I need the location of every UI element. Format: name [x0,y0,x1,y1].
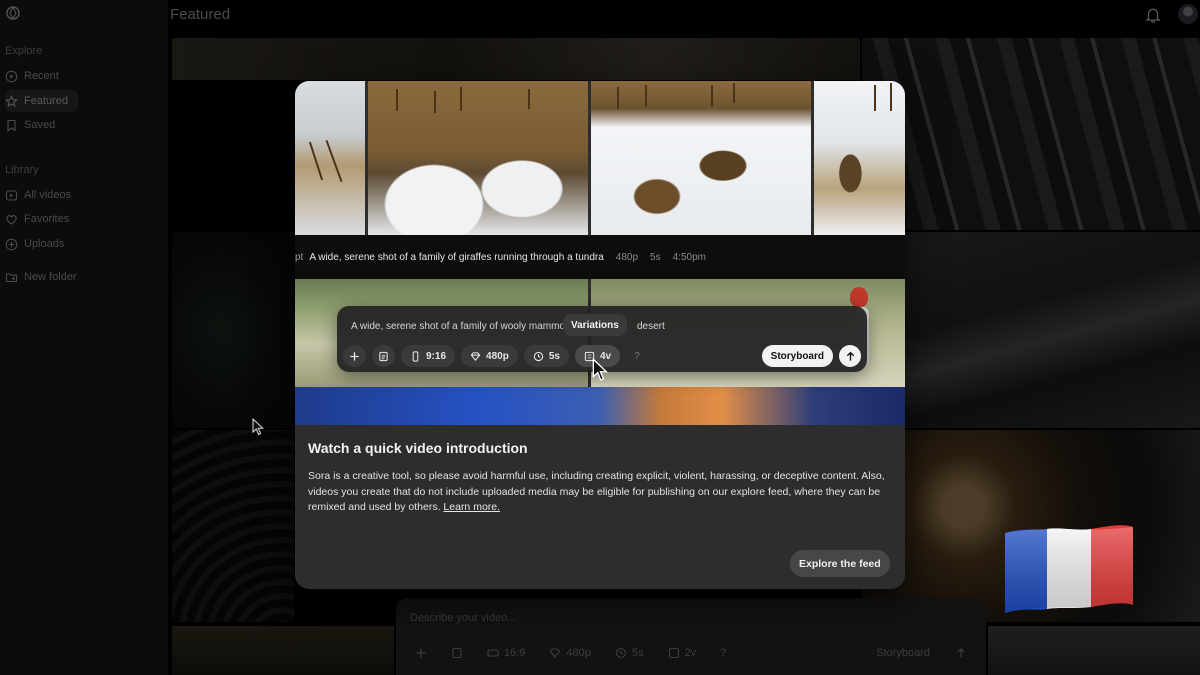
modal-body: Sora is a creative tool, so please avoid… [308,469,898,516]
background-composer: Describe your video... 16:9 480p 5s 2v ?… [396,598,986,675]
feed-tile[interactable] [862,232,1200,428]
mouse-cursor-icon [592,358,608,381]
sidebar-item-label: Recent [24,70,59,82]
plus-circle-icon [5,238,18,250]
explore-section-label: Explore [5,45,43,57]
prompt-text-start: A wide, serene shot of a family of wooly… [351,321,565,332]
feed-tile[interactable] [172,232,294,428]
bookmark-icon [7,119,16,132]
describe-video-input[interactable]: Describe your video... [410,612,516,624]
resolution-label: 480p [486,350,509,362]
giraffe-video-strip[interactable] [295,81,905,235]
duration-label: 5s [548,350,560,362]
avatar[interactable] [1178,4,1198,24]
sidebar-item-label: New folder [24,271,77,283]
page-title: Featured [170,6,231,23]
sidebar-item-favorites[interactable]: Favorites [5,208,76,230]
folder-plus-icon [5,272,18,282]
caption-duration: 5s [650,251,661,263]
bg-resolution-label: 480p [566,647,591,659]
bg-duration-label: 5s [631,647,644,659]
feed-tile[interactable] [172,626,394,675]
clock-play-icon [5,70,18,82]
bg-storyboard-button[interactable]: Storyboard [866,647,940,659]
bg-aspect-button[interactable]: 16:9 [478,642,534,664]
caption-prompt: A wide, serene shot of a family of giraf… [309,251,604,263]
video-caption-row: pt A wide, serene shot of a family of gi… [295,235,905,279]
bg-resolution-button[interactable]: 480p [540,642,599,664]
resolution-button[interactable]: 480p [461,345,518,367]
clock-icon [615,647,626,659]
caption-resolution: 480p [615,251,639,263]
modal-body-text: Sora is a creative tool, so please avoid… [308,470,885,513]
video-thumbnail[interactable] [295,81,365,235]
arrow-up-icon [846,351,854,361]
bg-help-button[interactable]: ? [711,642,735,664]
variations-icon [668,647,679,659]
bg-duration-button[interactable]: 5s [606,642,653,664]
sidebar-item-saved[interactable]: Saved [5,114,62,136]
bell-icon[interactable] [1144,6,1162,24]
gradient-preview-strip [295,387,905,425]
arrow-up-icon [957,648,965,657]
document-icon [452,647,462,659]
feed-tile[interactable] [172,38,860,80]
bg-storyboard-icon-button[interactable] [442,642,472,664]
french-flag-icon [1005,525,1133,613]
storyboard-icon-button[interactable] [372,345,395,367]
modal-title: Watch a quick video introduction [308,440,528,456]
video-grid-icon [5,189,18,201]
star-icon [5,94,18,107]
plus-icon [350,351,359,361]
flag-body [1005,525,1133,613]
bg-variations-label: 2v [684,647,697,659]
bg-aspect-label: 16:9 [504,647,526,659]
bg-send-button[interactable] [946,642,976,664]
video-thumbnail[interactable] [368,81,588,235]
video-thumbnail[interactable] [814,81,905,235]
sidebar-item-all-videos[interactable]: All videos [5,184,78,206]
duration-button[interactable]: 5s [523,345,569,367]
library-section-label: Library [5,164,39,176]
sidebar: Explore Recent Featured Saved Library Al… [0,0,168,675]
caption-time: 4:50pm [672,251,706,263]
heart-icon [6,214,17,225]
document-icon [379,351,388,361]
learn-more-link[interactable]: Learn more. [443,501,500,513]
portrait-icon [412,350,419,362]
caption-prefix: pt [295,251,304,263]
explore-feed-button[interactable]: Explore the feed [790,550,890,577]
openai-logo-icon[interactable] [5,5,21,21]
video-thumbnail[interactable] [591,81,811,235]
sidebar-item-featured[interactable]: Featured [5,90,79,112]
mouse-cursor-icon [252,418,264,436]
add-media-button[interactable] [343,345,366,367]
help-button[interactable]: ? [626,345,648,367]
prompt-text-end: desert [636,321,665,332]
sidebar-item-label: Uploads [24,238,65,250]
landscape-icon [487,649,499,657]
storyboard-button[interactable]: Storyboard [761,345,833,367]
sidebar-item-label: All videos [24,189,72,201]
feed-tile[interactable] [988,626,1200,675]
send-button[interactable] [839,345,861,367]
aspect-ratio-label: 9:16 [426,350,447,362]
clock-icon [533,351,543,361]
feed-tile[interactable] [862,38,1200,230]
feed-tile[interactable] [172,430,294,622]
sidebar-item-label: Favorites [24,213,70,225]
sidebar-item-uploads[interactable]: Uploads [5,233,71,255]
sidebar-item-recent[interactable]: Recent [5,65,66,87]
plus-icon [416,648,426,658]
bg-variations-button[interactable]: 2v [659,642,706,664]
sidebar-item-label: Featured [24,95,69,107]
bg-add-button[interactable] [406,642,436,664]
diamond-icon [470,351,481,361]
variations-tooltip: Variations [563,314,627,336]
sidebar-item-label: Saved [24,119,56,131]
sidebar-item-new-folder[interactable]: New folder [5,266,84,288]
aspect-ratio-button[interactable]: 9:16 [401,345,456,367]
diamond-icon [550,648,561,658]
